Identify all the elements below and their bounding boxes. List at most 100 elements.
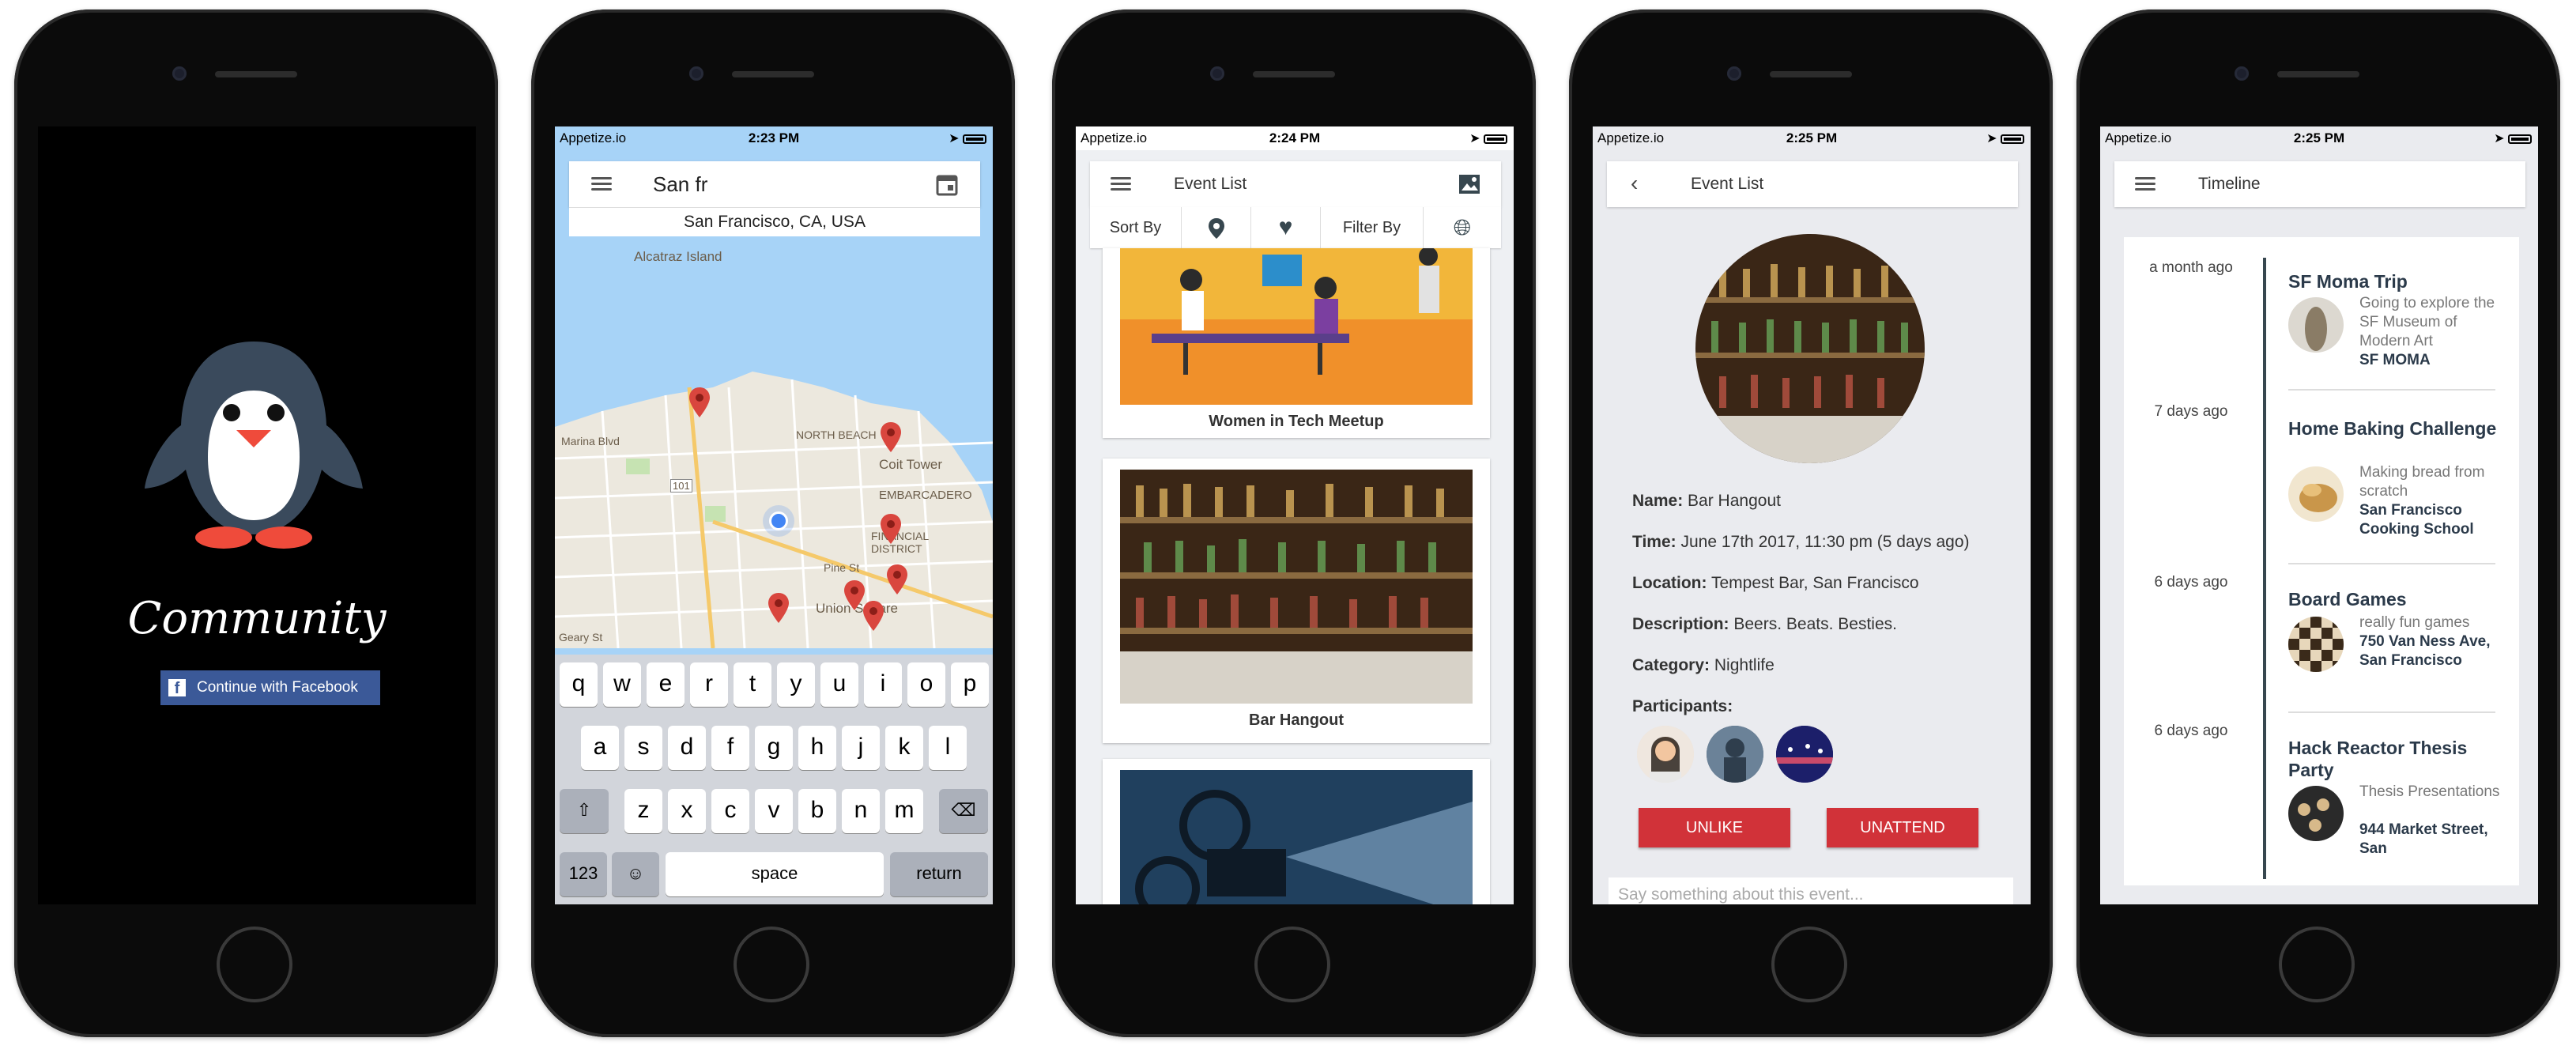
key-q[interactable]: q [560, 662, 598, 707]
map-label-embarcadero: EMBARCADERO [879, 489, 972, 502]
emoji-key[interactable]: ☺ [612, 852, 659, 896]
timeline-item-desc: Making bread from scratch [2359, 464, 2485, 500]
key-m[interactable]: m [885, 789, 923, 833]
facebook-login-label: Continue with Facebook [197, 679, 358, 696]
location-filter-button[interactable] [1182, 207, 1251, 248]
timeline-item-location: 750 Van Ness Ave, San Francisco [2359, 633, 2491, 669]
home-button[interactable] [2279, 927, 2355, 1002]
comment-field[interactable]: Say something about this event... [1609, 878, 2013, 904]
participants-label: Participants: [1632, 697, 1733, 715]
menu-icon[interactable] [591, 177, 612, 191]
key-p[interactable]: p [951, 662, 989, 707]
key-e[interactable]: e [647, 662, 685, 707]
menu-icon[interactable] [1111, 177, 1131, 191]
key-k[interactable]: k [885, 726, 923, 770]
key-z[interactable]: z [624, 789, 662, 833]
map-pin[interactable] [768, 593, 789, 623]
map-label-highway: 101 [670, 479, 692, 493]
map-pin[interactable] [881, 514, 901, 544]
timeline-divider [2288, 563, 2495, 564]
key-h[interactable]: h [798, 726, 836, 770]
key-c[interactable]: c [711, 789, 749, 833]
earpiece-speaker [1770, 71, 1852, 77]
app-bar: Timeline [2114, 161, 2525, 207]
home-button[interactable] [1771, 927, 1847, 1002]
calendar-icon[interactable] [936, 172, 958, 196]
map-pin[interactable] [887, 564, 907, 594]
detail-name: Name: Bar Hangout [1632, 492, 1781, 510]
key-b[interactable]: b [798, 789, 836, 833]
home-button[interactable] [1254, 927, 1330, 1002]
backspace-key[interactable]: ⌫ [939, 789, 988, 833]
phone-timeline: Appetize.io 2:25 PM ➤ Timeline a month a… [2076, 9, 2560, 1037]
unlike-button[interactable]: UNLIKE [1639, 808, 1790, 847]
menu-icon[interactable] [2135, 177, 2155, 191]
shift-key[interactable]: ⇧ [560, 789, 609, 833]
timeline-ago: 6 days ago [2154, 574, 2228, 591]
image-icon[interactable] [1458, 174, 1480, 194]
phone-event-list: Appetize.io 2:24 PM ➤ Event List Sort By… [1052, 9, 1536, 1037]
timeline-item-title[interactable]: Board Games [2288, 588, 2502, 610]
map-label-marina: Marina Blvd [561, 435, 620, 447]
key-u[interactable]: u [820, 662, 858, 707]
space-key[interactable]: space [666, 852, 884, 896]
heart-icon: ♥ [1278, 214, 1293, 240]
back-arrow-icon[interactable]: ‹ [1631, 171, 1638, 196]
globe-button[interactable]: 🌐︎ [1424, 207, 1501, 248]
unattend-button[interactable]: UNATTEND [1827, 808, 1978, 847]
return-key[interactable]: return [890, 852, 988, 896]
page-title: Event List [1691, 175, 1764, 193]
key-f[interactable]: f [711, 726, 749, 770]
map-pin[interactable] [844, 580, 865, 610]
filter-by-button[interactable]: Filter By [1321, 207, 1424, 248]
key-i[interactable]: i [864, 662, 902, 707]
event-card[interactable]: Women in Tech Meetup [1103, 248, 1490, 438]
sort-by-button[interactable]: Sort By [1090, 207, 1182, 248]
map-pin[interactable] [689, 387, 710, 417]
event-card[interactable]: Bar Hangout [1103, 459, 1490, 743]
key-y[interactable]: y [777, 662, 815, 707]
key-n[interactable]: n [842, 789, 880, 833]
event-card[interactable] [1103, 759, 1490, 904]
facebook-login-button[interactable]: f Continue with Facebook [160, 670, 380, 705]
timeline-thumbnail [2288, 466, 2344, 522]
search-suggestion[interactable]: San Francisco, CA, USA [569, 207, 980, 236]
detail-location: Location: Tempest Bar, San Francisco [1632, 574, 1919, 592]
timeline-screen: Appetize.io 2:25 PM ➤ Timeline a month a… [2100, 126, 2538, 904]
key-s[interactable]: s [624, 726, 662, 770]
key-x[interactable]: x [668, 789, 706, 833]
battery-icon: ➤ [949, 130, 986, 146]
participant-avatar[interactable] [1707, 726, 1763, 783]
favorites-filter-button[interactable]: ♥ [1251, 207, 1321, 248]
map-pin[interactable] [863, 601, 884, 631]
key-d[interactable]: d [668, 726, 706, 770]
search-input[interactable]: San fr [653, 172, 707, 197]
home-button[interactable] [217, 927, 292, 1002]
key-o[interactable]: o [907, 662, 945, 707]
key-j[interactable]: j [842, 726, 880, 770]
key-r[interactable]: r [690, 662, 728, 707]
front-camera [1727, 66, 1741, 81]
key-v[interactable]: v [755, 789, 793, 833]
timeline-ago: 6 days ago [2154, 723, 2228, 739]
phone-map: Appetize.io 2:23 PM ➤ Alcatraz Island NO… [531, 9, 1015, 1037]
map-pin[interactable] [881, 422, 901, 452]
page-title: Event List [1174, 175, 1247, 193]
key-w[interactable]: w [603, 662, 641, 707]
key-g[interactable]: g [755, 726, 793, 770]
battery-icon: ➤ [1469, 130, 1507, 146]
key-l[interactable]: l [929, 726, 967, 770]
participant-avatar[interactable] [1776, 726, 1833, 783]
timeline-ago: a month ago [2149, 259, 2233, 276]
earpiece-speaker [1253, 71, 1335, 77]
home-button[interactable] [734, 927, 809, 1002]
timeline-item-title[interactable]: Hack Reactor Thesis Party [2288, 737, 2502, 781]
key-t[interactable]: t [734, 662, 771, 707]
numbers-key[interactable]: 123 [560, 852, 607, 896]
key-a[interactable]: a [581, 726, 619, 770]
event-list-screen: Appetize.io 2:24 PM ➤ Event List Sort By… [1076, 126, 1514, 904]
timeline-item-title[interactable]: Home Baking Challenge [2288, 417, 2502, 440]
participant-avatar[interactable] [1637, 726, 1694, 783]
timeline-item-title[interactable]: SF Moma Trip [2288, 270, 2502, 292]
status-bar: Appetize.io 2:24 PM ➤ [1076, 126, 1514, 150]
